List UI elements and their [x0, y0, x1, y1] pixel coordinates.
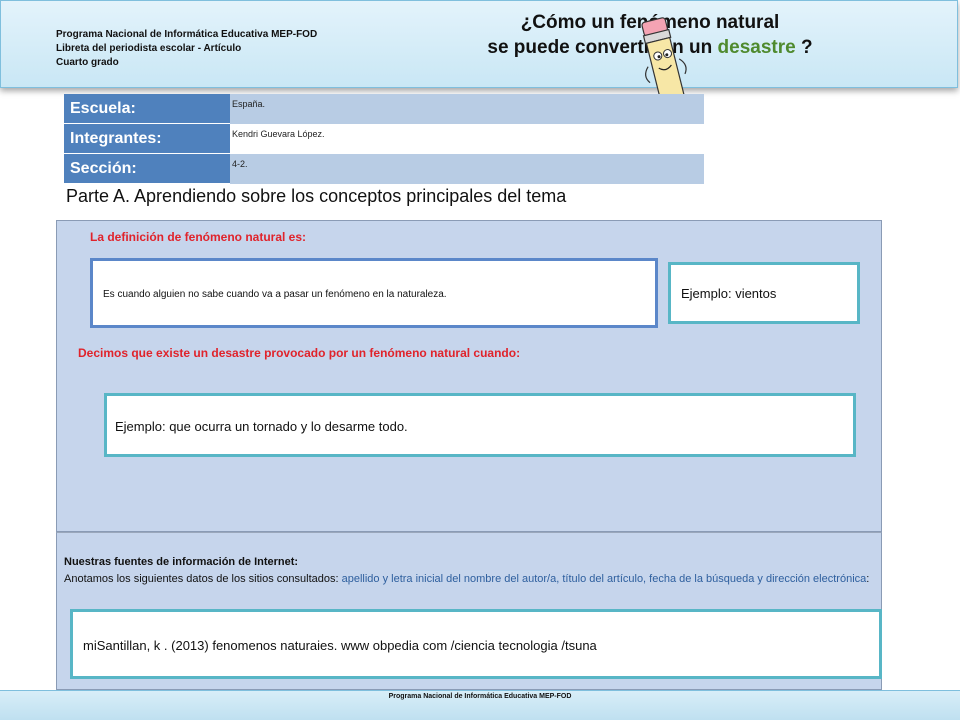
grade-level: Cuarto grado [56, 57, 119, 68]
part-a-heading: Parte A. Aprendiendo sobre los conceptos… [66, 186, 567, 206]
section-row: Sección: 4-2. [64, 154, 704, 184]
sources-required-fields: apellido y letra inicial del nombre del … [341, 573, 867, 585]
members-row: Integrantes: Kendri Guevara López. [64, 124, 704, 154]
definition-answer-box[interactable]: Es cuando alguien no sabe cuando va a pa… [90, 258, 658, 328]
school-row: Escuela: España. [64, 94, 704, 124]
disaster-label: Decimos que existe un desastre provocado… [78, 346, 521, 360]
source-entry-text: miSantillan, k . (2013) fenomenos natura… [83, 638, 597, 653]
school-label: Escuela: [64, 94, 230, 124]
definition-label: La definición de fenómeno natural es: [90, 230, 307, 244]
source-entry-box[interactable]: miSantillan, k . (2013) fenomenos natura… [70, 609, 882, 679]
student-info-table: Escuela: España. Integrantes: Kendri Gue… [64, 94, 704, 184]
title-end: ? [795, 37, 813, 58]
notebook-type: Libreta del periodista escolar - Artícul… [56, 43, 242, 54]
footer-band: Programa Nacional de Informática Educati… [0, 690, 960, 720]
members-label: Integrantes: [64, 124, 230, 154]
definition-answer-text: Es cuando alguien no sabe cuando va a pa… [103, 289, 447, 300]
definition-example-text: Ejemplo: vientos [681, 286, 777, 301]
sources-instructions: Anotamos los siguientes datos de los sit… [64, 571, 870, 588]
section-label: Sección: [64, 154, 230, 184]
title-accent-word: desastre [717, 37, 796, 58]
program-name: Programa Nacional de Informática Educati… [56, 29, 318, 40]
disaster-example-box[interactable]: Ejemplo: que ocurra un tornado y lo desa… [104, 393, 856, 457]
school-value: España. [230, 94, 704, 124]
members-value: Kendri Guevara López. [230, 124, 704, 154]
disaster-example-text: Ejemplo: que ocurra un tornado y lo desa… [115, 419, 408, 434]
sources-instructions-text: Anotamos los siguientes datos de los sit… [64, 573, 342, 585]
section-value: 4-2. [230, 154, 704, 184]
footer-text: Programa Nacional de Informática Educati… [388, 693, 572, 700]
sources-title: Nuestras fuentes de información de Inter… [64, 556, 299, 568]
program-info: Programa Nacional de Informática Educati… [56, 28, 317, 70]
sources-instructions-end: : [866, 573, 870, 585]
definition-example-box[interactable]: Ejemplo: vientos [668, 262, 860, 324]
